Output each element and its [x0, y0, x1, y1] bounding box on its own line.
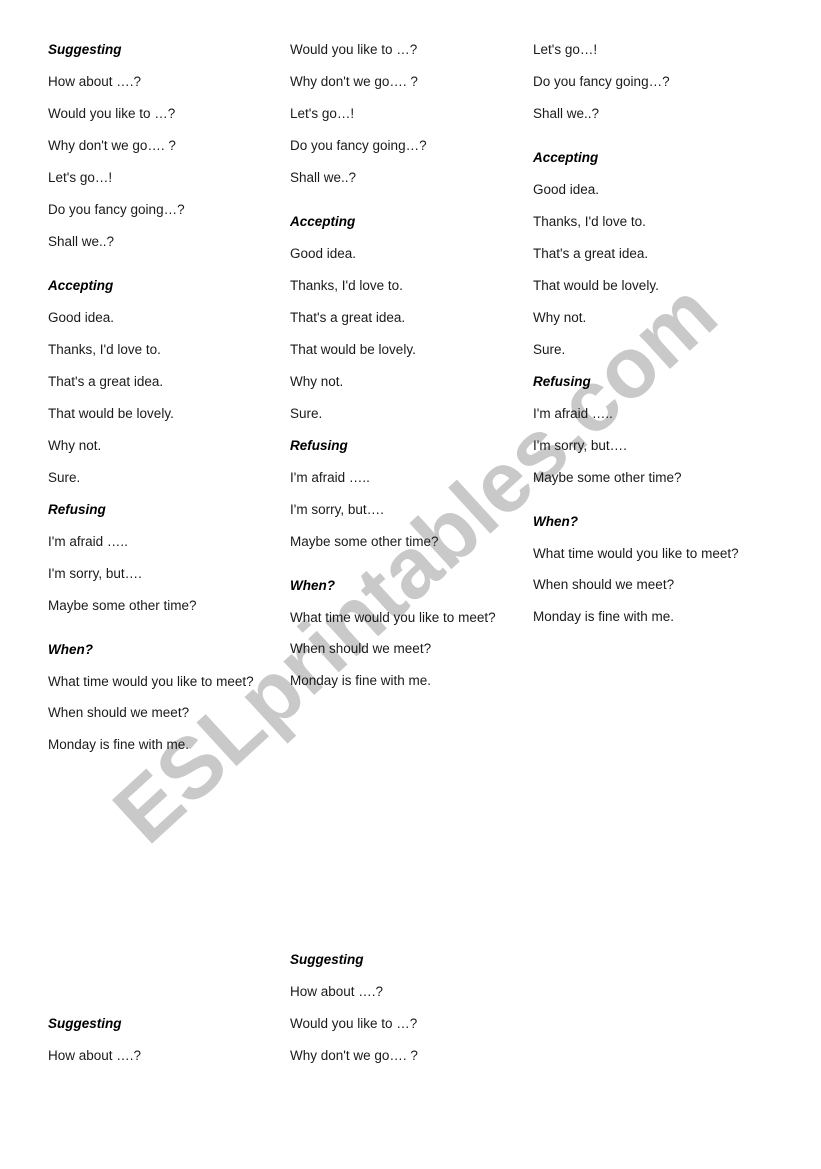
heading-when: When? — [533, 514, 578, 529]
worksheet-page: ESLprintables.com Suggesting How about …… — [0, 0, 821, 1169]
phrase-line: Monday is fine with me. — [48, 737, 190, 752]
phrase-line: Why not. — [290, 374, 344, 389]
heading-accepting: Accepting — [48, 278, 114, 293]
heading-suggesting: Suggesting — [48, 42, 122, 57]
heading-accepting: Accepting — [533, 150, 599, 165]
phrase-line: Good idea. — [533, 182, 600, 197]
phrase-line: Do you fancy going…? — [290, 138, 427, 153]
heading-when: When? — [48, 642, 93, 657]
heading-suggesting: Suggesting — [290, 952, 364, 967]
phrase-line: Let's go…! — [48, 170, 113, 185]
phrase-line: That's a great idea. — [533, 246, 649, 261]
heading-refusing: Refusing — [48, 502, 106, 517]
phrase-line: Monday is fine with me. — [290, 673, 432, 688]
phrase-line: I'm sorry, but…. — [290, 502, 384, 517]
phrase-line: Shall we..? — [290, 170, 357, 185]
phrase-line: Thanks, I'd love to. — [48, 342, 161, 357]
heading-refusing: Refusing — [533, 374, 591, 389]
phrase-line: Let's go…! — [290, 106, 355, 121]
phrase-line: Why not. — [533, 310, 587, 325]
phrase-line: Monday is fine with me. — [533, 609, 675, 624]
phrase-line: Maybe some other time? — [290, 534, 439, 549]
heading-refusing: Refusing — [290, 438, 348, 453]
heading-suggesting: Suggesting — [48, 1016, 122, 1031]
phrase-line: I'm sorry, but…. — [48, 566, 142, 581]
phrase-line: Shall we..? — [533, 106, 600, 121]
phrase-line: Let's go…! — [533, 42, 598, 57]
right-column: Let's go…! Do you fancy going…? Shall we… — [533, 42, 768, 625]
heading-when: When? — [290, 578, 335, 593]
phrase-line: I'm afraid ….. — [290, 470, 370, 485]
middle-column: Would you like to …? Why don't we go…. ?… — [290, 42, 520, 689]
phrase-line: How about ….? — [48, 74, 142, 89]
phrase-line: What time would you like to meet? — [48, 674, 254, 689]
phrase-line: Thanks, I'd love to. — [290, 278, 403, 293]
bottom-middle-column: Suggesting How about ….? Would you like … — [290, 952, 520, 1064]
phrase-line: Would you like to …? — [290, 42, 418, 57]
phrase-line: That would be lovely. — [533, 278, 659, 293]
phrase-line: Would you like to …? — [48, 106, 176, 121]
phrase-line: That would be lovely. — [290, 342, 416, 357]
phrase-line: That's a great idea. — [48, 374, 164, 389]
phrase-line: Good idea. — [48, 310, 115, 325]
phrase-line: When should we meet? — [533, 577, 675, 592]
phrase-line: How about ….? — [290, 984, 384, 999]
phrase-line: What time would you like to meet? — [290, 610, 496, 625]
phrase-line: That's a great idea. — [290, 310, 406, 325]
phrase-line: How about ….? — [48, 1048, 142, 1063]
phrase-line: Why don't we go…. ? — [290, 74, 418, 89]
phrase-line: I'm afraid ….. — [48, 534, 128, 549]
phrase-line: Why don't we go…. ? — [290, 1048, 418, 1063]
phrase-line: Why not. — [48, 438, 102, 453]
phrase-line: Sure. — [533, 342, 566, 357]
phrase-line: Do you fancy going…? — [533, 74, 670, 89]
phrase-line: When should we meet? — [290, 641, 432, 656]
phrase-line: Sure. — [48, 470, 81, 485]
phrase-line: What time would you like to meet? — [533, 546, 739, 561]
phrase-line: I'm sorry, but…. — [533, 438, 627, 453]
phrase-line: Maybe some other time? — [533, 470, 682, 485]
phrase-line: That would be lovely. — [48, 406, 174, 421]
phrase-line: Shall we..? — [48, 234, 115, 249]
phrase-line: Thanks, I'd love to. — [533, 214, 646, 229]
left-column: Suggesting How about ….? Would you like … — [48, 42, 268, 753]
phrase-line: When should we meet? — [48, 705, 190, 720]
phrase-line: Good idea. — [290, 246, 357, 261]
bottom-left-column: Suggesting How about ….? — [48, 1016, 268, 1064]
phrase-line: Why don't we go…. ? — [48, 138, 176, 153]
phrase-line: Sure. — [290, 406, 323, 421]
heading-accepting: Accepting — [290, 214, 356, 229]
phrase-line: Do you fancy going…? — [48, 202, 185, 217]
phrase-line: Would you like to …? — [290, 1016, 418, 1031]
phrase-line: Maybe some other time? — [48, 598, 197, 613]
phrase-line: I'm afraid ….. — [533, 406, 613, 421]
